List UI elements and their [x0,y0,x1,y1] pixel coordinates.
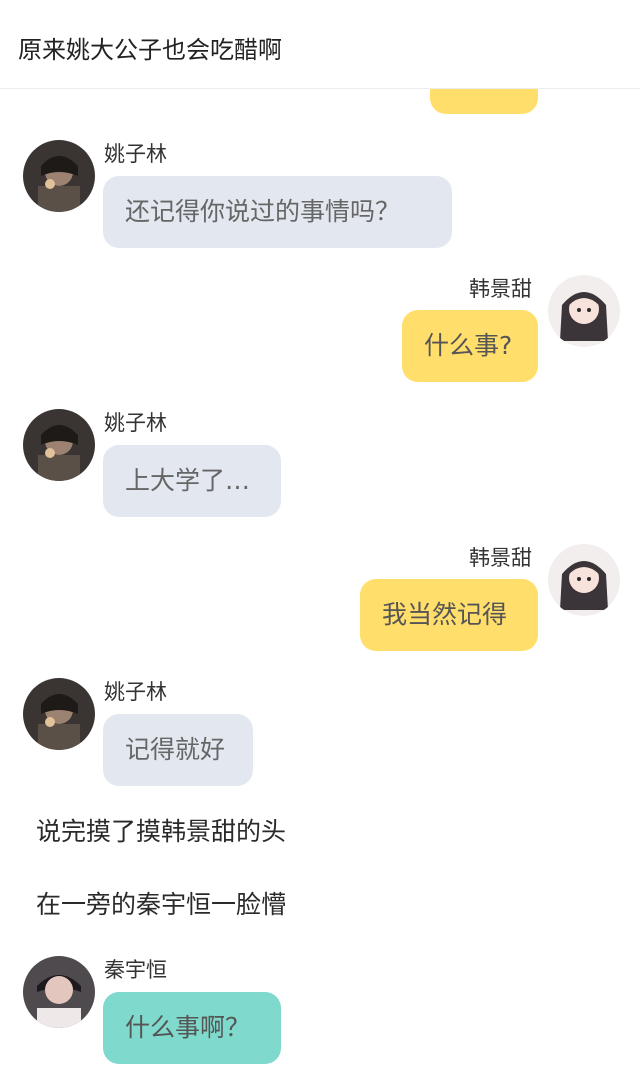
qin-yuheng-avatar[interactable] [23,956,95,1028]
message-bubble[interactable]: 还记得你说过的事情吗？ [103,176,452,248]
message-bubble[interactable]: 上大学了… [103,445,281,517]
message-bubble[interactable]: 我当然记得 [360,579,538,651]
speaker-name: 姚子林 [104,142,167,166]
yao-zilin-avatar[interactable] [23,140,95,212]
message-bubble[interactable]: 什么事啊？ [103,992,281,1064]
speaker-name: 秦宇恒 [104,958,167,982]
chat-area: 姚子林 还记得你说过的事情吗？ 韩景甜 什么事? 姚子林 上大学了… 韩景甜 我… [0,0,640,1092]
message-bubble[interactable]: 记得就好 [103,714,253,786]
page-title: 原来姚大公子也会吃醋啊 [18,36,282,64]
speaker-name: 韩景甜 [469,546,532,570]
speaker-name: 韩景甜 [469,277,532,301]
narration-text: 在一旁的秦宇恒一脸懵 [36,890,287,919]
yao-zilin-avatar[interactable] [23,678,95,750]
han-jingtian-avatar[interactable] [548,275,620,347]
message-bubble[interactable]: 什么事? [402,310,538,382]
han-jingtian-avatar[interactable] [548,544,620,616]
speaker-name: 姚子林 [104,680,167,704]
speaker-name: 姚子林 [104,411,167,435]
yao-zilin-avatar[interactable] [23,409,95,481]
top-header: 原来姚大公子也会吃醋啊 [0,0,640,89]
narration-text: 说完摸了摸韩景甜的头 [36,817,287,846]
